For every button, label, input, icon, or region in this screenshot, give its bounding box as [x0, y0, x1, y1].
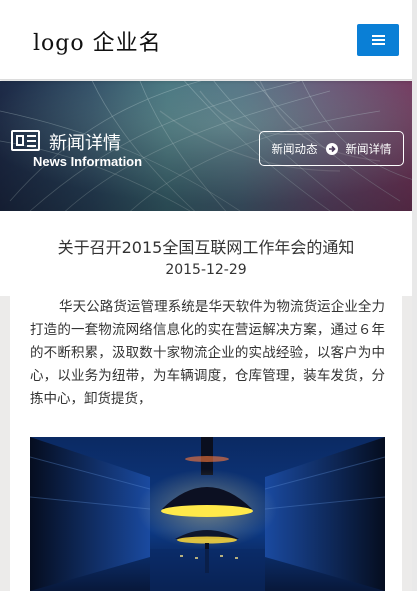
newspaper-icon — [11, 130, 40, 151]
site-header: logo 企业名 — [0, 0, 417, 80]
subway-station-photo — [30, 437, 385, 591]
site-logo[interactable]: logo 企业名 — [33, 25, 162, 57]
article-body: 华天公路货运管理系统是华天软件为物流货运企业全力打造的一套物流网络信息化的实在营… — [30, 299, 385, 407]
arrow-right-circle-icon — [325, 142, 338, 155]
article-date: 2015-12-29 — [165, 262, 247, 278]
banner-title: 新闻详情 — [49, 133, 121, 154]
breadcrumb-current[interactable]: 新闻详情 — [346, 141, 392, 157]
breadcrumb: 新闻动态 新闻详情 — [259, 131, 404, 166]
article-header: 关于召开2015全国互联网工作年会的通知 2015-12-29 — [0, 211, 417, 296]
page-banner: 新闻详情 News Information 新闻动态 新闻详情 — [0, 81, 417, 211]
page-scroll-edge — [412, 0, 417, 591]
article-title: 关于召开2015全国互联网工作年会的通知 — [57, 238, 355, 257]
menu-button[interactable] — [357, 24, 399, 56]
hamburger-menu-icon — [371, 35, 385, 45]
breadcrumb-news-link[interactable]: 新闻动态 — [272, 141, 318, 157]
banner-subtitle: News Information — [33, 154, 143, 169]
